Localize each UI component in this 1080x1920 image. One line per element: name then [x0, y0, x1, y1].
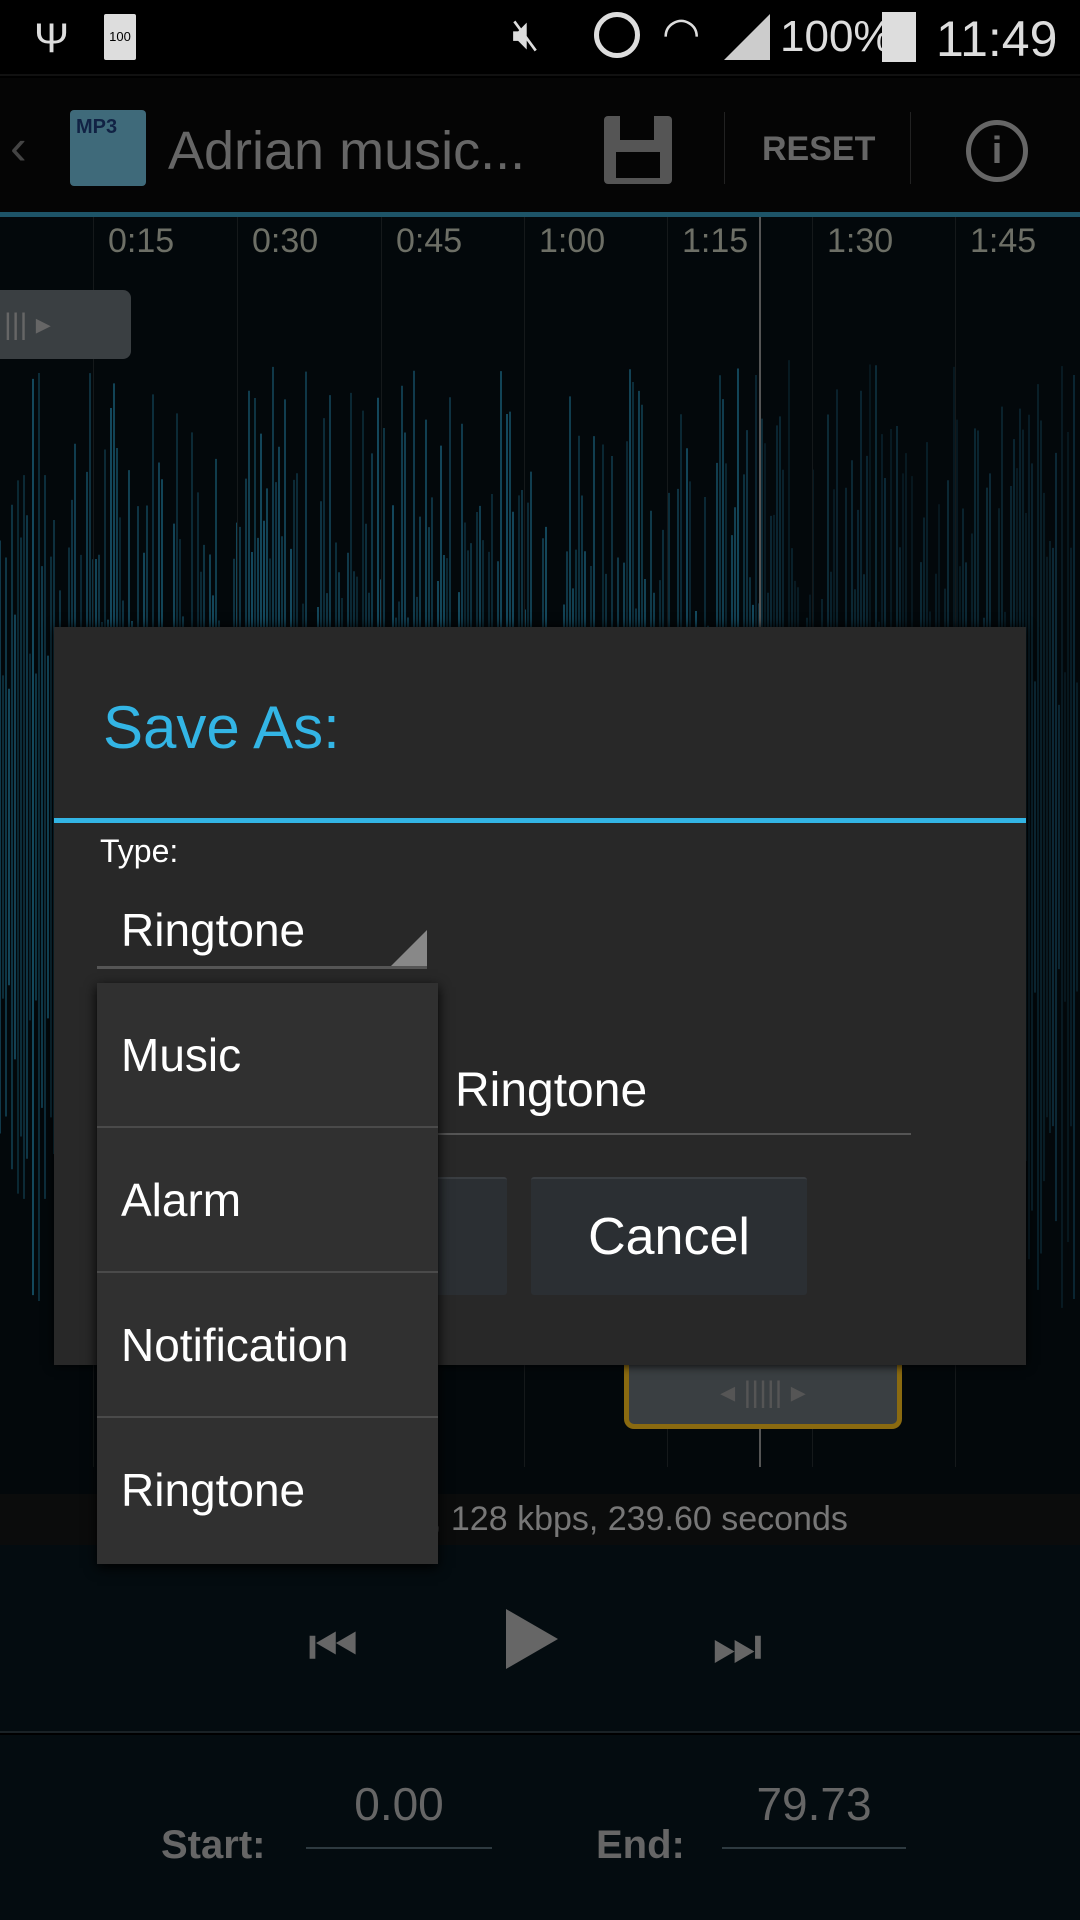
title-divider: [54, 818, 1026, 823]
dropdown-option-music[interactable]: Music: [97, 983, 438, 1128]
dropdown-option-notification[interactable]: Notification: [97, 1273, 438, 1418]
skip-forward-icon[interactable]: ⏭︎: [712, 1613, 762, 1680]
play-icon[interactable]: [506, 1609, 558, 1669]
timeline-tick: 1:00: [539, 222, 606, 260]
title: Adrian music...: [168, 121, 526, 181]
battery-icon: [882, 12, 916, 62]
skip-back-icon[interactable]: ⏮︎: [308, 1613, 358, 1680]
signal-icon: [724, 14, 770, 60]
timeline-tick: 0:15: [108, 222, 175, 260]
timeline-tick: 1:45: [970, 222, 1037, 260]
playback-controls: ⏮︎ ⏭︎: [0, 1545, 1080, 1733]
dialog-title: Save As:: [103, 694, 340, 761]
timeline-tick: 0:45: [396, 222, 463, 260]
usb-icon: Ψ: [34, 14, 70, 61]
end-handle[interactable]: ◂ ||||| ▸: [624, 1365, 902, 1429]
end-field[interactable]: 79.73: [722, 1777, 906, 1849]
cancel-button[interactable]: Cancel: [531, 1177, 807, 1295]
dropdown-option-alarm[interactable]: Alarm: [97, 1128, 438, 1273]
app-icon[interactable]: MP3: [70, 110, 146, 186]
info-icon[interactable]: i: [966, 120, 1028, 182]
vibrate-mute-icon: 🔇︎: [512, 10, 540, 59]
battery-saver-icon: 100: [104, 14, 136, 60]
action-bar: ‹ MP3 Adrian music... RESET i: [0, 78, 1080, 214]
start-label: Start:: [161, 1823, 266, 1867]
start-handle[interactable]: ||| ▸: [0, 290, 131, 359]
back-chevron-icon[interactable]: ‹: [10, 118, 27, 176]
dropdown-option-ringtone[interactable]: Ringtone: [97, 1418, 438, 1563]
battery-percent: 100%: [780, 12, 893, 61]
timeline-tick: 1:30: [827, 222, 894, 260]
divider: [724, 112, 725, 184]
clock: 11:49: [936, 11, 1058, 67]
name-field[interactable]: Ringtone: [438, 1055, 911, 1135]
timeline-tick: 0:30: [252, 222, 319, 260]
type-spinner-value: Ringtone: [121, 904, 306, 956]
save-icon[interactable]: [604, 116, 672, 184]
status-bar: Ψ 100 🔇︎ ◠ 100% 11:49: [0, 0, 1080, 76]
divider: [910, 112, 911, 184]
reset-button[interactable]: RESET: [762, 130, 875, 169]
wifi-icon: ◠: [662, 9, 701, 58]
timeline-tick: 1:15: [682, 222, 749, 260]
start-field[interactable]: 0.00: [306, 1777, 492, 1849]
trim-fields: Start: 0.00 End: 79.73: [0, 1735, 1080, 1920]
spinner-triangle-icon: [391, 930, 427, 966]
type-dropdown: Music Alarm Notification Ringtone: [97, 983, 438, 1564]
type-label: Type:: [100, 833, 179, 869]
file-info-text: z, 128 kbps, 239.60 seconds: [415, 1500, 848, 1538]
type-spinner[interactable]: Ringtone: [97, 887, 427, 969]
end-label: End:: [596, 1823, 685, 1867]
name-field-value: Ringtone: [455, 1064, 648, 1117]
alarm-icon: [594, 12, 640, 58]
